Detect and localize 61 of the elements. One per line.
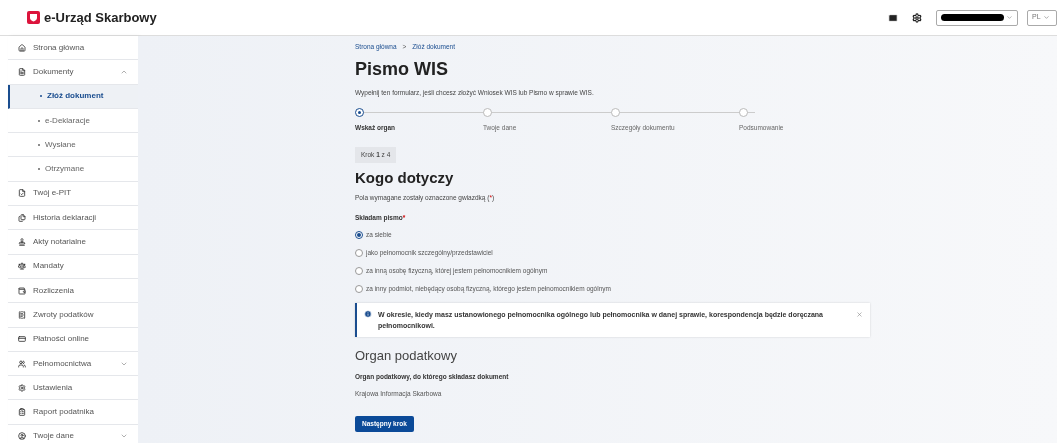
sidebar-label: Raport podatnika xyxy=(33,406,95,419)
scale-icon xyxy=(18,262,26,271)
sidebar-item[interactable]: Rozliczenia xyxy=(8,278,138,304)
account-select[interactable] xyxy=(936,9,1018,26)
stamp-icon xyxy=(18,238,26,246)
receipt-icon xyxy=(18,310,26,319)
chevron-icon xyxy=(1006,14,1013,21)
sidebar-item[interactable]: Akty notarialne xyxy=(8,230,138,255)
section-heading: Kogo dotyczy xyxy=(355,168,455,187)
sidebar-label: Twoje dane xyxy=(33,430,75,443)
sidebar-label: Pełnomocnictwa xyxy=(33,357,93,370)
sidebar-subitem[interactable]: Otrzymane xyxy=(8,157,138,182)
page-title: Pismo WIS xyxy=(355,58,449,80)
sidebar-item[interactable]: Ustawienia xyxy=(8,376,138,401)
home-icon xyxy=(18,43,26,52)
sidebar-item[interactable]: Historia deklaracji xyxy=(8,206,138,231)
users-icon xyxy=(18,359,26,368)
sidebar-item[interactable]: Twój e-PIT xyxy=(8,181,138,207)
sidebar-label: e-Deklaracje xyxy=(45,114,90,127)
sidebar-subitem[interactable]: Złóż dokument xyxy=(8,84,138,109)
wallet-icon xyxy=(18,286,26,295)
sidebar-item[interactable]: Mandaty xyxy=(8,254,138,279)
sidebar-label: Złóż dokument xyxy=(47,90,104,103)
clipboard-icon xyxy=(18,408,26,417)
sidebar-subitem[interactable]: Wysłane xyxy=(8,133,138,158)
sidebar-label: Dokumenty xyxy=(33,65,75,78)
sidebar-item[interactable]: Płatności online xyxy=(8,327,138,352)
sidebar-item[interactable]: Pełnomocnictwa xyxy=(8,351,138,377)
sidebar-label: Strona główna xyxy=(33,41,86,54)
documents-icon xyxy=(18,213,26,222)
sidebar-subitem[interactable]: e-Deklaracje xyxy=(8,108,138,134)
radio-button[interactable] xyxy=(355,267,363,276)
sidebar-label: Zwroty podatków xyxy=(33,308,95,321)
document-check-icon xyxy=(18,189,26,198)
sidebar-label: Historia deklaracji xyxy=(33,211,98,224)
sidebar-label: Akty notarialne xyxy=(33,236,87,248)
mail-icon[interactable] xyxy=(888,12,898,23)
sidebar-item[interactable]: Strona główna xyxy=(8,36,138,61)
sidebar-label: Płatności online xyxy=(33,333,91,346)
user-icon xyxy=(18,432,26,441)
sidebar-item[interactable]: Zwroty podatków xyxy=(8,303,138,328)
sidebar-item[interactable]: Dokumenty xyxy=(8,60,138,85)
sidebar-label: Twój e-PIT xyxy=(33,187,73,200)
sidebar-item[interactable]: Raport podatnika xyxy=(8,400,138,425)
emblem-icon xyxy=(27,11,40,24)
document-icon xyxy=(18,67,26,76)
settings-icon[interactable] xyxy=(912,12,922,23)
radio-button[interactable] xyxy=(355,285,363,294)
sidebar-label: Wysłane xyxy=(45,138,76,151)
radio-button[interactable] xyxy=(355,249,363,258)
info-icon xyxy=(364,310,372,319)
settings-icon xyxy=(18,383,26,392)
radio-button[interactable] xyxy=(355,231,363,240)
sidebar-label: Ustawienia xyxy=(33,381,74,394)
card-icon xyxy=(18,335,26,344)
logo-text[interactable]: e-Urząd Skarbowy xyxy=(44,7,157,28)
sidebar-label: Rozliczenia xyxy=(33,284,75,297)
sidebar-label: Otrzymane xyxy=(45,163,85,176)
sidebar-label: Mandaty xyxy=(33,260,65,273)
section-heading: Organ podatkowy xyxy=(355,347,458,366)
chevron-icon xyxy=(1042,14,1050,21)
